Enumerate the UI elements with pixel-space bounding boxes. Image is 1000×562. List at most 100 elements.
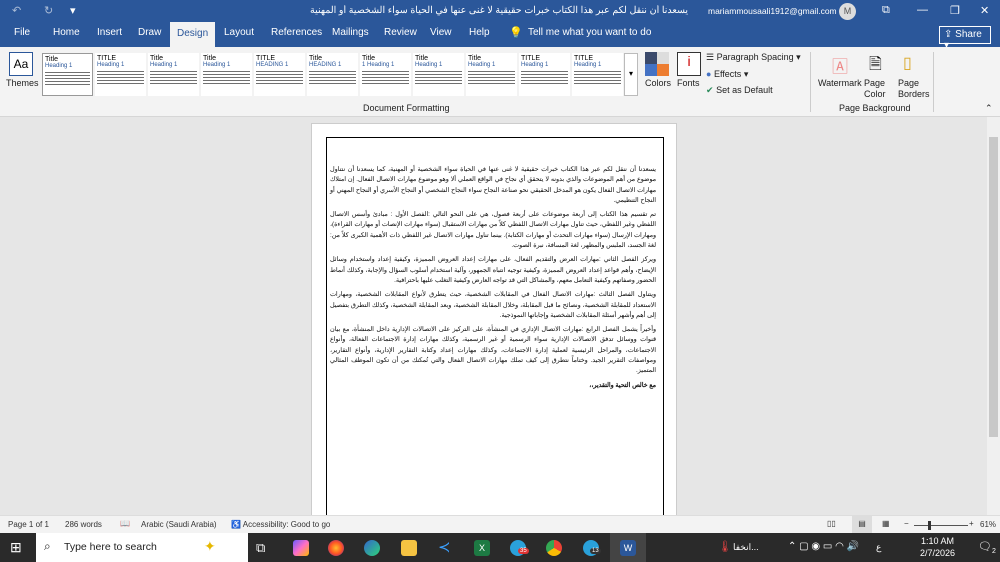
tab-draw[interactable]: Draw	[138, 27, 161, 38]
style-heading: 1 Heading 1	[362, 62, 395, 68]
close-button[interactable]: ✕	[980, 4, 989, 17]
print-layout-icon[interactable]: ▤	[852, 516, 872, 533]
notification-count: 2	[991, 548, 996, 556]
zoom-slider-thumb[interactable]	[928, 521, 932, 530]
zoom-slider[interactable]	[914, 521, 968, 530]
style-set-item[interactable]: TITLE Heading 1	[572, 53, 623, 96]
style-set-item[interactable]: TITLE HEADING 1	[254, 53, 305, 96]
tab-design[interactable]: Design	[170, 22, 216, 47]
tab-file[interactable]: File	[14, 27, 30, 38]
tab-home[interactable]: Home	[53, 27, 80, 38]
minimize-button[interactable]: —	[917, 4, 928, 16]
zoom-level[interactable]: 61%	[980, 520, 996, 529]
customize-qat-button[interactable]: ▾	[70, 4, 76, 17]
style-heading: Heading 1	[97, 62, 125, 68]
chrome-icon[interactable]	[546, 540, 562, 556]
undo-button[interactable]: ↶	[12, 4, 21, 17]
taskbar-search[interactable]: ⌕ Type here to search ✦	[36, 533, 248, 562]
account-email[interactable]: mariammousaali1912@gmail.com	[708, 6, 837, 16]
tab-layout[interactable]: Layout	[224, 27, 254, 38]
paragraph-spacing-label: Paragraph Spacing	[716, 52, 794, 62]
style-title: Title	[45, 56, 58, 63]
proofing-icon[interactable]: 📖	[120, 519, 130, 528]
page-color-button[interactable]: Page Color	[864, 78, 894, 100]
style-title: Title	[150, 55, 163, 62]
style-set-item[interactable]: Title Heading 1	[42, 53, 93, 96]
tab-help[interactable]: Help	[469, 27, 490, 38]
paragraph-spacing-button[interactable]: ☰ Paragraph Spacing ▾	[706, 52, 801, 63]
tab-insert[interactable]: Insert	[97, 27, 122, 38]
word-icon: W	[620, 540, 636, 556]
watermark-button[interactable]: Watermark	[818, 78, 862, 88]
style-heading: Heading 1	[521, 62, 549, 68]
style-set-item[interactable]: TITLE Heading 1	[95, 53, 146, 96]
style-heading: Heading 1	[203, 62, 231, 68]
telegram-2-icon[interactable]: 13	[583, 540, 601, 556]
style-set-item[interactable]: TITLE Heading 1	[519, 53, 570, 96]
fonts-button[interactable]: Fonts	[677, 78, 700, 88]
tab-review[interactable]: Review	[384, 27, 417, 38]
group-divider	[933, 52, 934, 112]
task-view-icon[interactable]: ⧉	[256, 540, 272, 556]
collapse-ribbon-button[interactable]: ⌃	[985, 103, 993, 114]
weather-text[interactable]: انخفا...	[733, 542, 759, 553]
maximize-button[interactable]: ❐	[950, 4, 960, 17]
tab-view[interactable]: View	[430, 27, 452, 38]
copilot-sparkle-icon: ✦	[204, 538, 216, 554]
paragraph-chapter-1: تم تقسيم هذا الكتاب إلى أربعة موضوعات عل…	[330, 211, 656, 250]
firefox-icon[interactable]	[328, 540, 344, 556]
read-mode-icon[interactable]: ▯▯	[827, 519, 836, 528]
effects-button[interactable]: ● Effects ▾	[706, 69, 748, 80]
share-label: Share	[955, 29, 982, 40]
document-body[interactable]: يسعدنا أن ننقل لكم عبر هذا الكتاب خبرات …	[330, 165, 656, 395]
redo-button[interactable]: ↻	[44, 4, 53, 17]
avatar[interactable]: M	[839, 3, 856, 20]
input-language[interactable]: ع	[876, 542, 881, 553]
style-set-item[interactable]: Title Heading 1	[201, 53, 252, 96]
style-set-item[interactable]: Title Heading 1	[413, 53, 464, 96]
tab-mailings[interactable]: Mailings	[332, 27, 369, 38]
page-borders-button[interactable]: Page Borders	[898, 78, 930, 100]
themes-button[interactable]: Themes	[6, 78, 39, 88]
title-bar: ↶ ↻ ▾ يسعدنا أن ننقل لكم عبر هذا الكتاب …	[0, 0, 1000, 22]
telegram-icon[interactable]: 35	[510, 540, 529, 556]
thermometer-icon: 🌡	[718, 541, 732, 553]
tab-references[interactable]: References	[271, 27, 322, 38]
zoom-in-button[interactable]: +	[969, 519, 974, 528]
style-body-preview	[150, 71, 197, 85]
vertical-scrollbar[interactable]	[987, 117, 1000, 515]
style-title: TITLE	[574, 55, 594, 62]
system-tray-icons[interactable]: ⌃ ▢ ◉ ▭ ◠ 🔊	[788, 541, 859, 552]
style-set-item[interactable]: Title 1 Heading 1	[360, 53, 411, 96]
page-count[interactable]: Page 1 of 1	[8, 520, 49, 529]
web-layout-icon[interactable]: ▦	[882, 519, 890, 528]
clock[interactable]: 1:10 AM 2/7/2026	[920, 536, 955, 558]
edge-icon[interactable]	[364, 540, 380, 556]
style-set-item[interactable]: Title Heading 1	[466, 53, 517, 96]
share-button[interactable]: ⇪ Share ▾	[939, 26, 991, 51]
file-explorer-icon[interactable]	[401, 540, 417, 556]
zoom-out-button[interactable]: −	[904, 519, 909, 528]
word-taskbar-active[interactable]: W	[610, 533, 646, 562]
effects-label: Effects	[713, 69, 742, 79]
tell-me-search[interactable]: Tell me what you want to do	[528, 27, 651, 38]
windows-start-icon[interactable]: ⊞	[10, 539, 22, 556]
style-set-item[interactable]: Title HEADING 1	[307, 53, 358, 96]
notifications-button[interactable]: 🗨2	[978, 540, 996, 555]
window-title: يسعدنا أن ننقل لكم عبر هذا الكتاب خبرات …	[310, 5, 690, 16]
gallery-more-button[interactable]: ▾	[624, 53, 638, 96]
ribbon-design: Aa Themes ▾ Document Formatting Colors i…	[0, 47, 1000, 117]
colors-button[interactable]: Colors	[645, 78, 671, 88]
ribbon-display-options-button[interactable]: ⧉	[882, 4, 890, 17]
excel-icon[interactable]: X	[474, 540, 490, 556]
themes-icon[interactable]: Aa	[9, 52, 33, 76]
set-as-default-button[interactable]: ✔ Set as Default	[706, 85, 773, 96]
style-title: TITLE	[521, 55, 541, 62]
copilot-icon[interactable]	[293, 540, 309, 556]
accessibility-status[interactable]: ♿ Accessibility: Good to go	[231, 520, 330, 529]
word-count[interactable]: 286 words	[65, 520, 102, 529]
vscode-icon[interactable]: ≺	[438, 538, 454, 556]
style-set-item[interactable]: Title Heading 1	[148, 53, 199, 96]
language[interactable]: Arabic (Saudi Arabia)	[141, 520, 217, 529]
badge: 13	[590, 548, 601, 554]
